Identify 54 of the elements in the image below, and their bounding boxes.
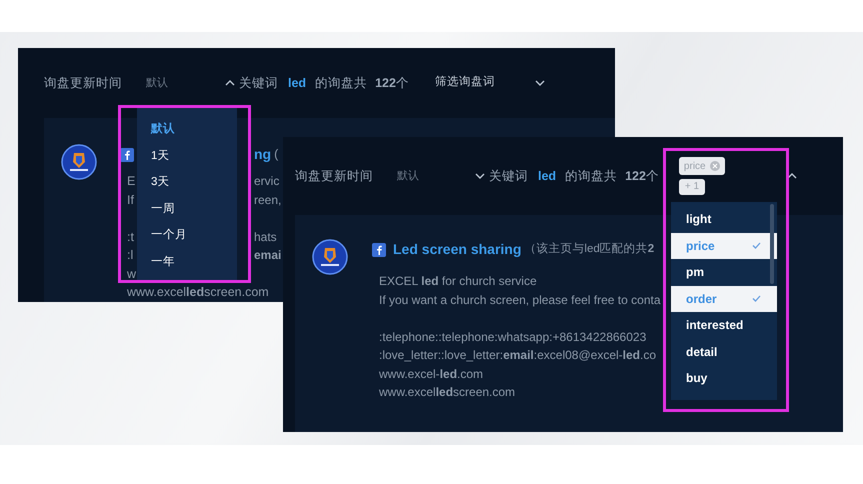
keyword-label: 关键词 xyxy=(239,74,278,92)
inquiry-count: 122个 xyxy=(625,168,659,185)
match-count-note: ( xyxy=(274,146,278,164)
chevron-up-icon[interactable] xyxy=(225,80,235,86)
post-text-fragment: :t xyxy=(127,228,134,246)
sort-label: 询盘更新时间 xyxy=(44,74,123,92)
chevron-down-icon[interactable] xyxy=(475,173,485,179)
post-text-line: :telephone::telephone:whatsapp:+8613422866023 xyxy=(379,328,648,346)
post-title[interactable]: Led screen sharing xyxy=(393,239,522,260)
inquiry-count: 122个 xyxy=(375,74,409,92)
post-text-line: If you want a church screen, please feel free to conta xyxy=(379,292,660,308)
menu-item[interactable]: pm xyxy=(671,259,777,286)
count-label: 的询盘共 xyxy=(565,168,618,185)
menu-item[interactable]: detail xyxy=(671,338,777,365)
chevron-up-icon[interactable] xyxy=(786,173,797,179)
post-text-line: www.excel-led.com xyxy=(379,366,484,382)
menu-item[interactable]: 一周 xyxy=(151,196,237,222)
post-title[interactable]: ng xyxy=(254,144,272,165)
post-text-fragment: :l xyxy=(127,247,134,264)
count-label: 的询盘共 xyxy=(315,74,368,92)
menu-item[interactable]: light xyxy=(671,206,777,232)
menu-item[interactable]: interested xyxy=(671,312,777,338)
chevron-down-icon[interactable] xyxy=(534,80,545,86)
sort-label: 询盘更新时间 xyxy=(295,168,374,185)
post-text-line: www.excelledscreen.com xyxy=(127,284,269,301)
menu-item[interactable]: 一年 xyxy=(151,248,237,275)
menu-item[interactable]: 1天 xyxy=(151,142,237,169)
keyword-label: 关键词 xyxy=(489,168,528,185)
checkmark-icon xyxy=(752,242,761,250)
facebook-icon xyxy=(120,148,134,162)
post-text-fragment: If xyxy=(127,192,134,208)
menu-item[interactable]: 默认 xyxy=(151,116,237,142)
post-text-line: www.excelledscreen.com xyxy=(379,384,516,401)
post-text-fragment: ervic xyxy=(254,173,280,190)
checkmark-icon xyxy=(752,295,761,302)
menu-item[interactable]: buy xyxy=(671,365,777,392)
match-count-note: （该主页与led匹配的共2 xyxy=(524,241,654,257)
post-text-line: EXCEL led for church service xyxy=(379,273,538,290)
menu-item[interactable]: 3天 xyxy=(151,169,237,196)
post-text-fragment: E xyxy=(127,173,136,190)
post-text-fragment: reen, xyxy=(254,192,282,209)
facebook-icon xyxy=(372,242,386,256)
sort-value[interactable]: 默认 xyxy=(146,74,225,92)
filter-label[interactable]: 筛选询盘词 xyxy=(434,74,495,92)
sort-value[interactable]: 默认 xyxy=(397,168,475,184)
keyword: led xyxy=(538,168,556,185)
keyword: led xyxy=(288,74,306,92)
post-text-fragment: hats xyxy=(254,228,277,246)
menu-item[interactable]: 一个月 xyxy=(151,222,237,248)
post-text-line: :love_letter::love_letter:email:excel08@excel-led.co xyxy=(379,347,658,364)
company-logo-icon xyxy=(61,144,97,180)
post-text-line: w xyxy=(127,266,136,282)
post-text-fragment: emai xyxy=(254,247,282,264)
company-logo-icon xyxy=(312,239,348,275)
